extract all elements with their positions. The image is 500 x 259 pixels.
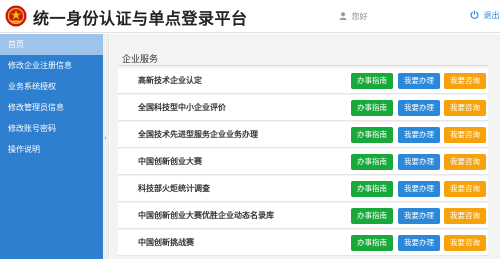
- apply-button[interactable]: 我要办理: [398, 235, 440, 251]
- guide-button[interactable]: 办事指南: [351, 154, 393, 170]
- user-greeting-label: 您好: [351, 12, 368, 21]
- apply-button[interactable]: 我要办理: [398, 208, 440, 224]
- sidebar-item-edit-admin[interactable]: 修改管理员信息: [0, 97, 103, 118]
- service-row: 高新技术企业认定 办事指南 我要办理 我要咨询: [118, 68, 488, 94]
- service-name: 全国科技型中小企业评价: [138, 103, 226, 112]
- user-icon: [339, 12, 347, 20]
- guide-button[interactable]: 办事指南: [351, 235, 393, 251]
- service-name: 全国技术先进型服务企业业务办理: [138, 130, 258, 139]
- service-row: 中国创新创业大赛 办事指南 我要办理 我要咨询: [118, 149, 488, 175]
- chevron-left-icon[interactable]: ‹: [104, 134, 107, 142]
- apply-button[interactable]: 我要办理: [398, 154, 440, 170]
- guide-button[interactable]: 办事指南: [351, 127, 393, 143]
- guide-button[interactable]: 办事指南: [351, 73, 393, 89]
- consult-button[interactable]: 我要咨询: [444, 208, 486, 224]
- service-name: 中国创新挑战赛: [138, 238, 194, 247]
- guide-button[interactable]: 办事指南: [351, 100, 393, 116]
- service-name: 高新技术企业认定: [138, 76, 202, 85]
- consult-button[interactable]: 我要咨询: [444, 73, 486, 89]
- sidebar-collapse-handle[interactable]: [103, 34, 109, 259]
- user-greeting: 您好: [339, 11, 368, 22]
- sidebar-item-system-authorization[interactable]: 业务系统授权: [0, 76, 103, 97]
- top-bar: 统一身份认证与单点登录平台 您好 退出: [0, 0, 500, 33]
- power-icon: [470, 10, 479, 19]
- national-emblem-icon: [5, 5, 27, 27]
- service-row: 全国科技型中小企业评价 办事指南 我要办理 我要咨询: [118, 95, 488, 121]
- service-row: 科技部火炬统计调查 办事指南 我要办理 我要咨询: [118, 176, 488, 202]
- consult-button[interactable]: 我要咨询: [444, 181, 486, 197]
- sidebar: 首页 修改企业注册信息 业务系统授权 修改管理员信息 修改账号密码 操作说明: [0, 34, 103, 259]
- apply-button[interactable]: 我要办理: [398, 127, 440, 143]
- consult-button[interactable]: 我要咨询: [444, 127, 486, 143]
- guide-button[interactable]: 办事指南: [351, 208, 393, 224]
- logout-label: 退出: [483, 11, 500, 20]
- service-row: 中国创新挑战赛 办事指南 我要办理 我要咨询: [118, 230, 488, 256]
- guide-button[interactable]: 办事指南: [351, 181, 393, 197]
- sidebar-item-edit-registration[interactable]: 修改企业注册信息: [0, 55, 103, 76]
- service-name: 中国创新创业大赛: [138, 157, 202, 166]
- app-title: 统一身份认证与单点登录平台: [33, 9, 248, 28]
- sidebar-item-home[interactable]: 首页: [0, 34, 103, 55]
- apply-button[interactable]: 我要办理: [398, 73, 440, 89]
- consult-button[interactable]: 我要咨询: [444, 100, 486, 116]
- apply-button[interactable]: 我要办理: [398, 100, 440, 116]
- service-row: 中国创新创业大赛优胜企业动态名录库 办事指南 我要办理 我要咨询: [118, 203, 488, 229]
- sidebar-item-instructions[interactable]: 操作说明: [0, 139, 103, 160]
- apply-button[interactable]: 我要办理: [398, 181, 440, 197]
- section-title: 企业服务: [122, 55, 159, 65]
- consult-button[interactable]: 我要咨询: [444, 235, 486, 251]
- logout-button[interactable]: 退出: [470, 10, 500, 21]
- service-name: 科技部火炬统计调查: [138, 184, 210, 193]
- section-divider: [118, 65, 488, 66]
- sidebar-item-change-password[interactable]: 修改账号密码: [0, 118, 103, 139]
- service-row: 全国技术先进型服务企业业务办理 办事指南 我要办理 我要咨询: [118, 122, 488, 148]
- service-name: 中国创新创业大赛优胜企业动态名录库: [138, 211, 274, 220]
- consult-button[interactable]: 我要咨询: [444, 154, 486, 170]
